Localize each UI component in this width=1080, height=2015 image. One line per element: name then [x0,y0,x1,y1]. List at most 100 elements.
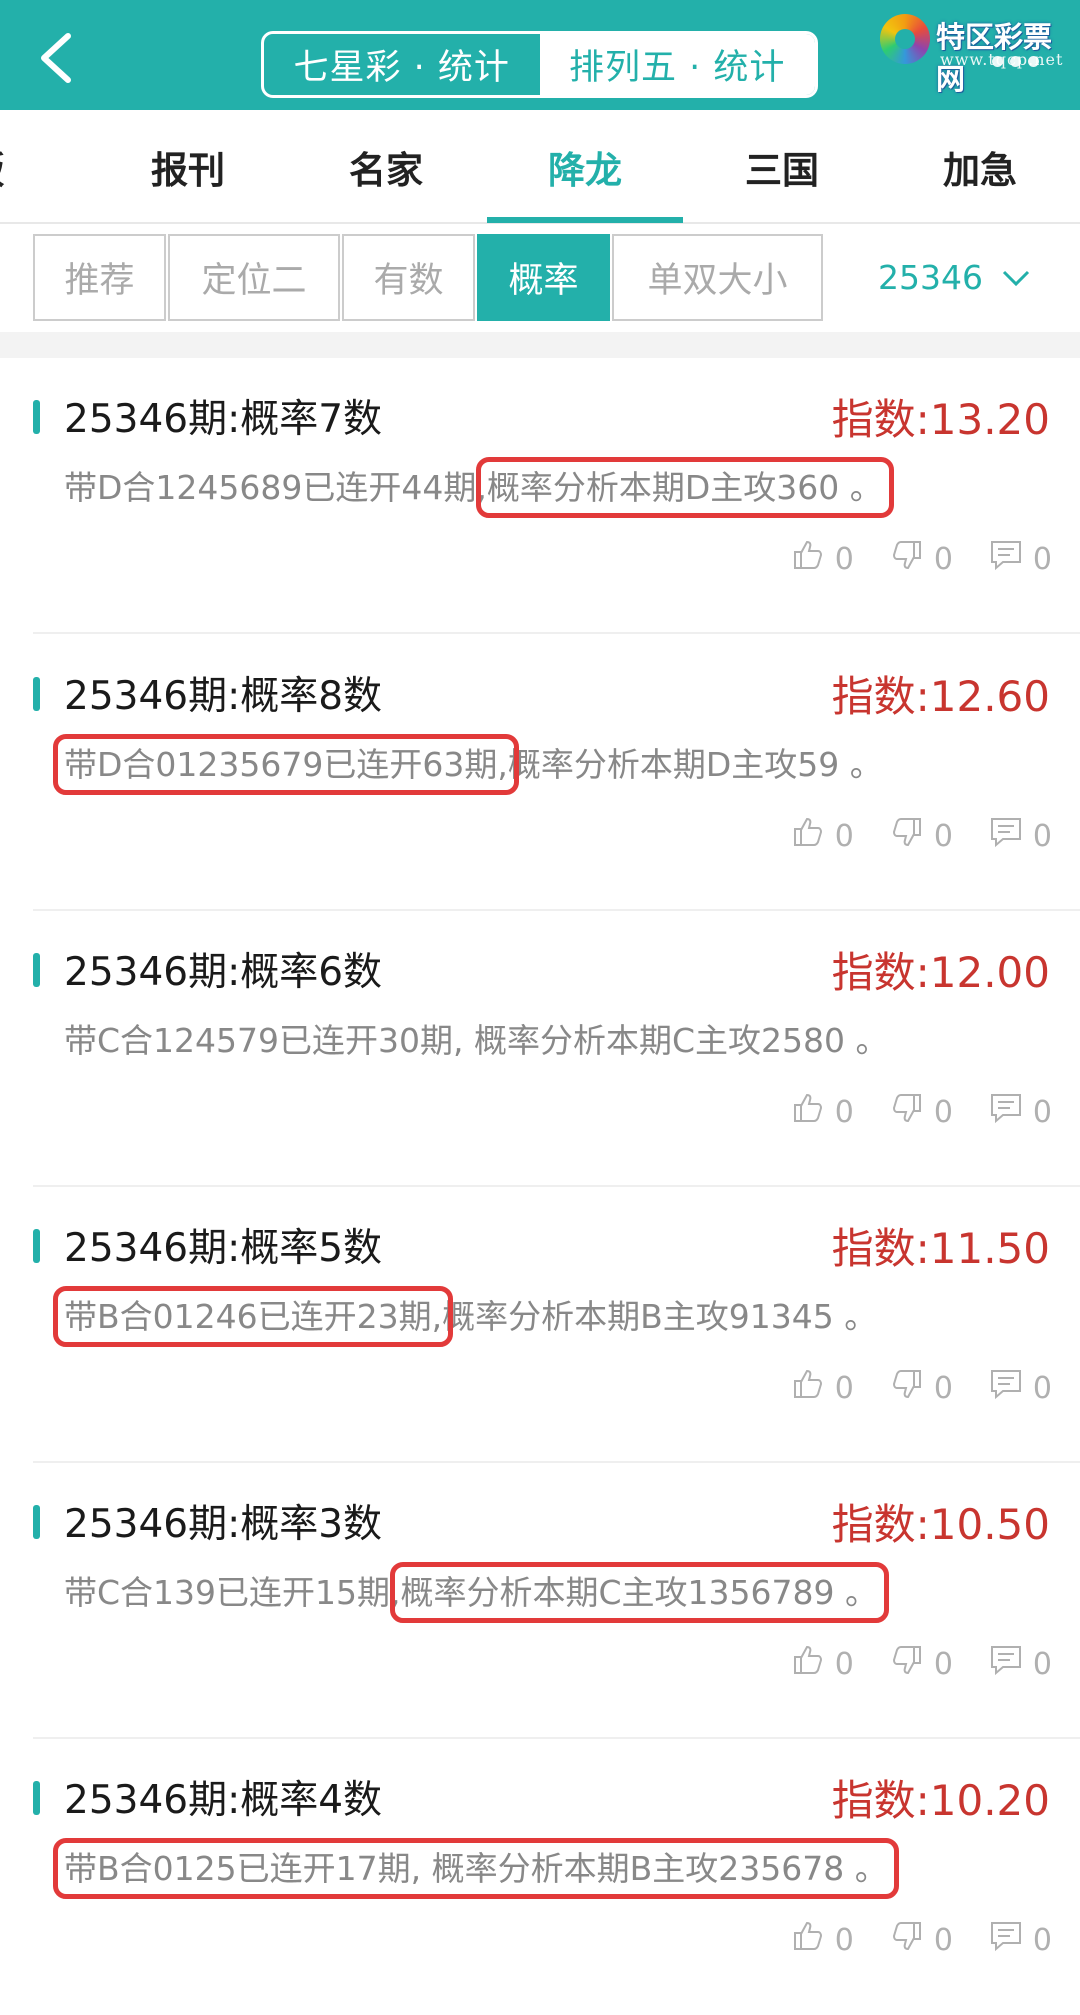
thumbs-down-icon [890,1643,924,1685]
thumbs-up-icon [791,1643,825,1685]
thumbs-down-icon [890,815,924,857]
like-button[interactable]: 0 [791,1919,854,1961]
dislike-button[interactable]: 0 [890,1919,953,1961]
desc-text: 带C合124579已连开30期, 概率分析本期C主攻2580 。 [64,1021,889,1060]
like-count: 0 [834,541,854,577]
post-card[interactable]: 25346期:概率6数 指数:12.00 带C合124579已连开30期, 概率分析… [0,911,1080,1187]
filter-tabs: 推荐 定位二 有数 概率 单双大小 [33,234,825,321]
post-description: 带C合124579已连开30期, 概率分析本期C主攻2580 。 [64,1014,889,1062]
post-card[interactable]: 25346期:概率4数 指数:10.20 带B合0125已连开17期, 概率分析本期… [0,1739,1080,2015]
post-actions: 0 0 0 [791,815,1052,857]
post-card[interactable]: 25346期:概率7数 指数:13.20 带D合1245689已连开44期,概率分析… [0,358,1080,634]
title-accent-bar [33,1505,40,1539]
category-nav: 版 报刊 名家 降龙 三国 加急 [0,110,1080,224]
comment-icon [989,1643,1023,1685]
nav-item-urgent[interactable]: 加急 [882,110,1078,224]
tab-pailie5-stats[interactable]: 排列五 · 统计 [539,34,815,95]
issue-selector[interactable]: 25346 [878,234,1031,321]
tab-qixingcai-stats[interactable]: 七星彩 · 统计 [264,34,540,95]
dislike-button[interactable]: 0 [890,1643,953,1685]
thumbs-up-icon [791,1091,825,1133]
nav-item-newspaper[interactable]: 报刊 [90,110,286,224]
like-count: 0 [834,1646,854,1682]
post-title[interactable]: 25346期:概率6数 [64,941,382,997]
title-accent-bar [33,953,40,987]
post-index-score: 指数:12.60 [831,672,1050,721]
title-accent-bar [33,400,40,434]
filter-tab-odd-even-size[interactable]: 单双大小 [612,234,823,321]
post-title[interactable]: 25346期:概率8数 [64,665,382,721]
comment-button[interactable]: 0 [989,538,1052,580]
comment-count: 0 [1032,1646,1052,1682]
nav-item-sanguo[interactable]: 三国 [684,110,880,224]
like-count: 0 [834,818,854,854]
thumbs-up-icon [791,1919,825,1961]
dislike-count: 0 [933,1646,953,1682]
post-actions: 0 0 0 [791,538,1052,580]
like-button[interactable]: 0 [791,815,854,857]
post-index-score: 指数:10.20 [831,1776,1050,1825]
title-accent-bar [33,677,40,711]
post-actions: 0 0 0 [791,1643,1052,1685]
comment-count: 0 [1032,1922,1052,1958]
thumbs-down-icon [890,1919,924,1961]
back-arrow-icon[interactable] [30,28,90,88]
comment-button[interactable]: 0 [989,1919,1052,1961]
post-title[interactable]: 25346期:概率7数 [64,388,382,444]
comment-button[interactable]: 0 [989,1367,1052,1409]
filter-tab-position[interactable]: 定位二 [168,234,340,321]
nav-item-experts[interactable]: 名家 [288,110,484,224]
comment-icon [989,1091,1023,1133]
comment-button[interactable]: 0 [989,815,1052,857]
dislike-count: 0 [933,1094,953,1130]
filter-tab-numbers[interactable]: 有数 [342,234,475,321]
post-title[interactable]: 25346期:概率4数 [64,1769,382,1825]
post-description: 带D合01235679已连开63期,概率分析本期D主攻59 。 [53,734,883,795]
dislike-button[interactable]: 0 [890,1091,953,1133]
post-title[interactable]: 25346期:概率3数 [64,1493,382,1549]
like-button[interactable]: 0 [791,1091,854,1133]
like-button[interactable]: 0 [791,538,854,580]
thumbs-down-icon [890,1091,924,1133]
dislike-button[interactable]: 0 [890,1367,953,1409]
desc-text-tail: 概率分析本期D主攻59 。 [507,745,883,784]
title-accent-bar [33,1781,40,1815]
comment-icon [989,815,1023,857]
comment-count: 0 [1032,541,1052,577]
post-description: 带D合1245689已连开44期,概率分析本期D主攻360 。 [64,457,894,518]
section-divider [0,332,1080,358]
dislike-button[interactable]: 0 [890,815,953,857]
filter-tab-probability[interactable]: 概率 [477,234,610,321]
chevron-down-icon [1002,270,1030,286]
thumbs-down-icon [890,1367,924,1409]
dislike-button[interactable]: 0 [890,538,953,580]
post-title[interactable]: 25346期:概率5数 [64,1217,382,1273]
like-button[interactable]: 0 [791,1367,854,1409]
post-actions: 0 0 0 [791,1367,1052,1409]
comment-button[interactable]: 0 [989,1643,1052,1685]
post-card[interactable]: 25346期:概率5数 指数:11.50 带B合01246已连开23期,概率分析本期… [0,1187,1080,1463]
post-description: 带B合01246已连开23期,概率分析本期B主攻91345 。 [52,1286,877,1347]
like-count: 0 [834,1094,854,1130]
nav-item-xianglong[interactable]: 降龙 [487,110,683,224]
post-card[interactable]: 25346期:概率8数 指数:12.60 带D合01235679已连开63期,概率分… [0,635,1080,911]
desc-highlighted-text: 带B合01246已连开23期, [52,1286,454,1347]
like-count: 0 [834,1922,854,1958]
active-tab-indicator [487,217,683,223]
like-button[interactable]: 0 [791,1643,854,1685]
comment-button[interactable]: 0 [989,1091,1052,1133]
post-index-score: 指数:10.50 [831,1500,1050,1549]
filter-tab-recommend[interactable]: 推荐 [33,234,166,321]
more-menu-icon[interactable] [992,56,1052,70]
nav-item-banner[interactable]: 版 [0,110,84,224]
post-description: 带C合139已连开15期,概率分析本期C主攻1356789 。 [64,1562,890,1623]
logo-swirl-icon [880,14,930,64]
card-divider [33,632,1080,634]
dislike-count: 0 [933,541,953,577]
post-actions: 0 0 0 [791,1919,1052,1961]
thumbs-up-icon [791,815,825,857]
post-card[interactable]: 25346期:概率3数 指数:10.50 带C合139已连开15期,概率分析本期C主… [0,1463,1080,1739]
post-description: 带B合0125已连开17期, 概率分析本期B主攻235678 。 [53,1838,899,1899]
thumbs-up-icon [791,1367,825,1409]
comment-icon [989,538,1023,580]
